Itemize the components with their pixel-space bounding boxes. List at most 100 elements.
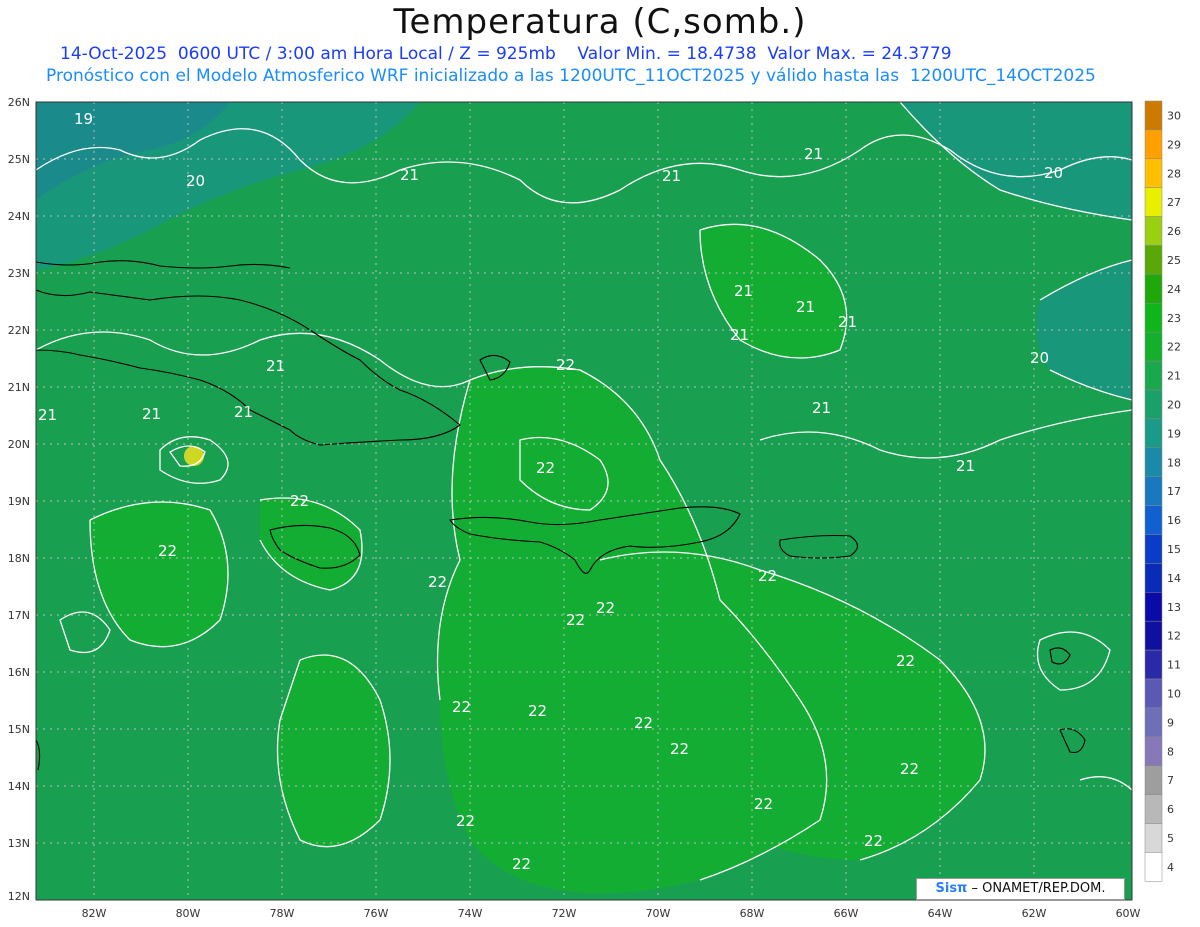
lat-label: 26N [8,96,30,109]
colorbar-swatch [1144,476,1163,506]
colorbar-swatch [1144,765,1163,795]
colorbar-label: 5 [1167,832,1174,845]
colorbar-label: 8 [1167,745,1174,758]
lat-label: 12N [8,890,30,903]
lon-label: 60W [1116,907,1141,920]
colorbar-swatch [1144,592,1163,622]
sispi-logo: Sisπ [935,881,968,896]
contour-label: 22 [864,832,883,850]
contour-label: 22 [290,492,309,510]
lat-label: 24N [8,210,30,223]
colorbar-swatch [1144,303,1163,333]
lon-label: 70W [646,907,671,920]
lat-label: 19N [8,495,30,508]
contour-label: 22 [158,542,177,560]
colorbar-label: 29 [1167,138,1181,151]
colorbar-swatch [1144,794,1163,824]
credit-organization: – ONAMET/REP.DOM. [967,881,1106,896]
lon-label: 78W [270,907,295,920]
colorbar-swatch [1144,418,1163,449]
contour-label: 21 [38,406,57,424]
colorbar-label: 17 [1167,485,1181,498]
colorbar-label: 19 [1167,427,1181,440]
colorbar-label: 7 [1167,774,1174,787]
colorbar-label: 23 [1167,312,1181,325]
contour-label: 21 [662,167,681,185]
contour-label: 21 [956,457,975,475]
colorbar-swatch [1144,649,1163,680]
colorbar-label: 9 [1167,716,1174,729]
contour-label: 20 [186,172,205,190]
contour-label: 22 [512,855,531,873]
colorbar-swatch [1144,823,1163,853]
colorbar-label: 27 [1167,196,1181,209]
contour-label: 22 [528,702,547,720]
lon-label: 68W [740,907,765,920]
colorbar-swatch [1144,505,1163,535]
colorbar-label: 16 [1167,514,1181,527]
lon-label: 64W [928,907,953,920]
colorbar-label: 11 [1167,659,1181,672]
lat-label: 20N [8,438,30,451]
lon-label: 76W [364,907,389,920]
colorbar-label: 12 [1167,630,1181,643]
colorbar-swatch [1144,187,1163,217]
contour-label: 22 [754,795,773,813]
contour-label: 22 [556,356,575,374]
contour-label: 21 [796,298,815,316]
colorbar-label: 6 [1167,803,1174,816]
contour-label: 21 [804,145,823,163]
lat-label: 22N [8,324,30,337]
colorbar-swatch [1144,534,1163,564]
colorbar-swatch [1144,245,1163,275]
contour-label: 20 [1030,349,1049,367]
colorbar-swatch [1144,852,1163,882]
colorbar-swatch [1144,100,1163,131]
lat-label: 13N [8,837,30,850]
colorbar-label: 18 [1167,456,1181,469]
colorbar-label: 28 [1167,167,1181,180]
temperature-map: 19 20 21 21 21 21 21 21 21 21 21 21 21 2… [8,96,1181,920]
contour-label: 21 [400,166,419,184]
contour-label: 22 [456,812,475,830]
colorbar-label: 21 [1167,370,1181,383]
lon-label: 72W [552,907,577,920]
colorbar-swatch [1144,158,1163,188]
colorbar-swatch [1144,563,1163,593]
contour-label: 22 [670,740,689,758]
contour-label: 21 [234,403,253,421]
credit-badge: Sisπ – ONAMET/REP.DOM. [916,878,1125,900]
contour-label: 21 [812,399,831,417]
longitude-labels: 82W 80W 78W 76W 74W 72W 70W 68W 66W 64W … [82,907,1141,920]
lon-label: 82W [82,907,107,920]
colorbar-swatch [1144,736,1163,766]
lon-label: 62W [1022,907,1047,920]
colorbar-swatch [1144,389,1163,420]
colorbar-label: 13 [1167,601,1181,614]
colorbar-label: 14 [1167,572,1181,585]
colorbar-swatch [1144,707,1163,738]
contour-label: 22 [596,599,615,617]
lon-label: 74W [458,907,483,920]
lat-label: 17N [8,609,30,622]
colorbar-label: 30 [1167,109,1181,122]
contour-label: 22 [900,760,919,778]
contour-label: 21 [266,357,285,375]
contour-label: 21 [142,405,161,423]
colorbar-swatch [1144,129,1163,160]
lat-label: 18N [8,552,30,565]
lon-label: 80W [176,907,201,920]
contour-label: 22 [566,611,585,629]
lat-label: 14N [8,780,30,793]
colorbar-swatch [1144,447,1163,477]
contour-label: 21 [838,313,857,331]
contour-label: 21 [734,282,753,300]
lat-label: 15N [8,723,30,736]
colorbar-label: 22 [1167,341,1181,354]
colorbar-swatch [1144,274,1163,304]
lat-label: 25N [8,153,30,166]
colorbar-swatch [1144,216,1163,246]
colorbar-label: 10 [1167,687,1181,700]
lat-label: 23N [8,267,30,280]
contour-label: 22 [634,714,653,732]
